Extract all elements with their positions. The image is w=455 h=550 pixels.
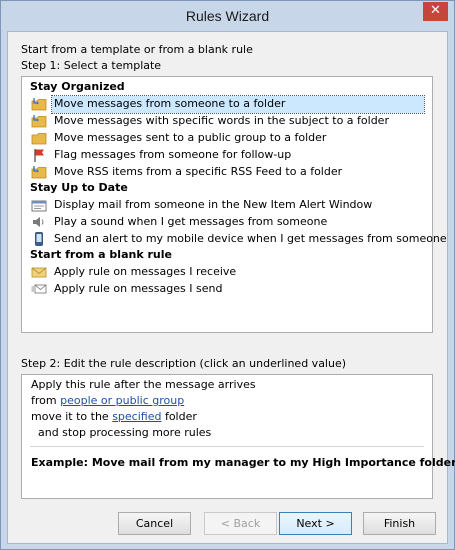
example-text: Example: Move mail from my manager to my… (31, 456, 455, 469)
category-stay-organized: Stay Organized (30, 80, 125, 93)
template-list[interactable]: Stay Organized Move messages from someon… (21, 76, 447, 333)
envelope-icon (31, 267, 47, 278)
template-move-public-group[interactable]: Move messages sent to a public group to … (30, 130, 424, 147)
back-button[interactable]: < Back (204, 512, 277, 535)
dialog-body: Start from a template or from a blank ru… (7, 31, 455, 544)
finish-button[interactable]: Finish (363, 512, 436, 535)
template-move-rss[interactable]: Move RSS items from a specific RSS Feed … (30, 164, 424, 181)
close-button[interactable]: ✕ (423, 2, 448, 21)
flag-icon (34, 149, 44, 162)
title-bar: Rules Wizard ✕ (1, 1, 454, 31)
template-label: Move messages from someone to a folder (51, 95, 425, 114)
template-label: Move messages with specific words in the… (54, 114, 389, 127)
template-label: Play a sound when I get messages from so… (54, 215, 328, 228)
rule-description-box: Apply this rule after the message arrive… (21, 374, 455, 499)
template-label: Send an alert to my mobile device when I… (54, 232, 447, 245)
desc-line-arrives: Apply this rule after the message arrive… (31, 378, 256, 391)
send-envelope-icon (31, 284, 47, 294)
folder-arrow-icon (31, 98, 47, 111)
category-blank-rule: Start from a blank rule (30, 248, 172, 261)
folder-icon (31, 133, 47, 145)
desc-line-move: move it to the specified folder (31, 410, 197, 423)
template-label: Display mail from someone in the New Ite… (54, 198, 373, 211)
description-divider (30, 446, 424, 447)
folder-arrow-icon (31, 166, 47, 179)
window-title: Rules Wizard (185, 8, 270, 24)
template-move-from-someone[interactable]: Move messages from someone to a folder (30, 95, 425, 114)
desc-line-stop: and stop processing more rules (31, 426, 212, 439)
template-mobile-alert[interactable]: Send an alert to my mobile device when I… (30, 231, 447, 248)
next-button[interactable]: Next > (279, 512, 352, 535)
template-label: Move messages sent to a public group to … (54, 131, 327, 144)
specified-folder-link[interactable]: specified (112, 410, 161, 423)
folder-arrow-icon (31, 115, 47, 128)
people-or-public-group-link[interactable]: people or public group (60, 394, 184, 407)
template-new-item-alert[interactable]: Display mail from someone in the New Ite… (30, 197, 424, 214)
template-play-sound[interactable]: Play a sound when I get messages from so… (30, 214, 424, 231)
alert-window-icon (31, 200, 47, 212)
template-label: Flag messages from someone for follow-up (54, 148, 292, 161)
intro-text: Start from a template or from a blank ru… (21, 43, 253, 56)
step2-label: Step 2: Edit the rule description (click… (21, 357, 347, 370)
desc-move-suffix: folder (161, 410, 197, 423)
template-label: Apply rule on messages I send (54, 282, 223, 295)
category-stay-up-to-date: Stay Up to Date (30, 181, 128, 194)
mobile-device-icon (35, 232, 43, 246)
speaker-icon (33, 217, 44, 227)
template-label: Move RSS items from a specific RSS Feed … (54, 165, 343, 178)
desc-from-prefix: from (31, 394, 61, 407)
step1-label: Step 1: Select a template (21, 59, 162, 72)
template-blank-receive[interactable]: Apply rule on messages I receive (30, 264, 424, 281)
template-blank-send[interactable]: Apply rule on messages I send (30, 281, 424, 298)
rules-wizard-window: Rules Wizard ✕ Start from a template or … (0, 0, 455, 550)
desc-move-prefix: move it to the (31, 410, 113, 423)
cancel-button[interactable]: Cancel (118, 512, 191, 535)
template-label: Apply rule on messages I receive (54, 265, 237, 278)
desc-line-from: from people or public group (31, 394, 184, 407)
template-move-with-words[interactable]: Move messages with specific words in the… (30, 113, 424, 130)
template-flag-followup[interactable]: Flag messages from someone for follow-up (30, 147, 424, 164)
